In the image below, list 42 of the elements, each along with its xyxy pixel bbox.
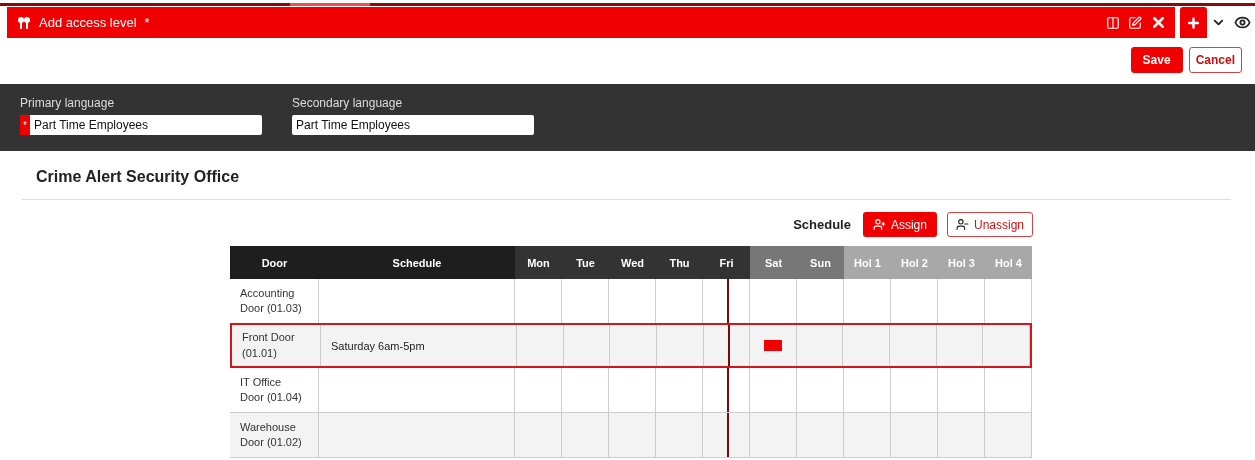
column-header: Hol 2 xyxy=(891,246,938,279)
cancel-button[interactable]: Cancel xyxy=(1188,47,1242,73)
column-header: Sun xyxy=(797,246,844,279)
column-header: Fri xyxy=(703,246,750,279)
door-cell: IT Office Door (01.04) xyxy=(230,368,319,412)
user-plus-icon xyxy=(872,218,886,231)
column-header: Schedule xyxy=(319,246,515,279)
add-tab-button[interactable] xyxy=(1180,7,1207,38)
column-header: Wed xyxy=(609,246,656,279)
field-label: Primary language xyxy=(20,96,116,110)
user-minus-icon xyxy=(955,218,969,231)
eye-icon[interactable] xyxy=(1234,14,1251,31)
table-row[interactable]: IT Office Door (01.04) xyxy=(230,368,1032,413)
column-header: Hol 4 xyxy=(985,246,1032,279)
close-icon[interactable] xyxy=(1150,14,1167,31)
field-label: Secondary language xyxy=(292,96,404,110)
column-header: Mon xyxy=(515,246,562,279)
schedule-cell: Saturday 6am-5pm xyxy=(321,325,517,366)
save-button[interactable]: Save xyxy=(1130,47,1183,73)
modified-mark: * xyxy=(144,15,150,30)
column-header: Door xyxy=(230,246,319,279)
table-row[interactable]: Warehouse Door (01.02) xyxy=(230,413,1032,458)
column-header: Sat xyxy=(750,246,797,279)
assign-button[interactable]: Assign xyxy=(862,212,937,237)
section-title: Crime Alert Security Office xyxy=(35,167,241,187)
table-row[interactable]: Front Door (01.01) Saturday 6am-5pm xyxy=(230,323,1032,368)
door-cell: Warehouse Door (01.02) xyxy=(230,413,319,457)
text-field[interactable]: Part Time Employees xyxy=(292,115,534,135)
schedule-block xyxy=(764,340,782,351)
column-header: Thu xyxy=(656,246,703,279)
column-header: Tue xyxy=(562,246,609,279)
unassign-button[interactable]: Unassign xyxy=(946,212,1033,237)
toolbar-label: Schedule xyxy=(793,217,851,232)
window-title: Add access level xyxy=(39,15,137,30)
column-header: Hol 1 xyxy=(844,246,891,279)
required-marker: * xyxy=(20,115,30,135)
edit-icon[interactable] xyxy=(1128,15,1142,30)
door-cell: Front Door (01.01) xyxy=(232,325,321,366)
split-view-icon[interactable] xyxy=(1106,15,1120,30)
keys-icon xyxy=(17,15,31,30)
column-header: Hol 3 xyxy=(938,246,985,279)
text-field[interactable]: Part Time Employees xyxy=(30,115,262,135)
